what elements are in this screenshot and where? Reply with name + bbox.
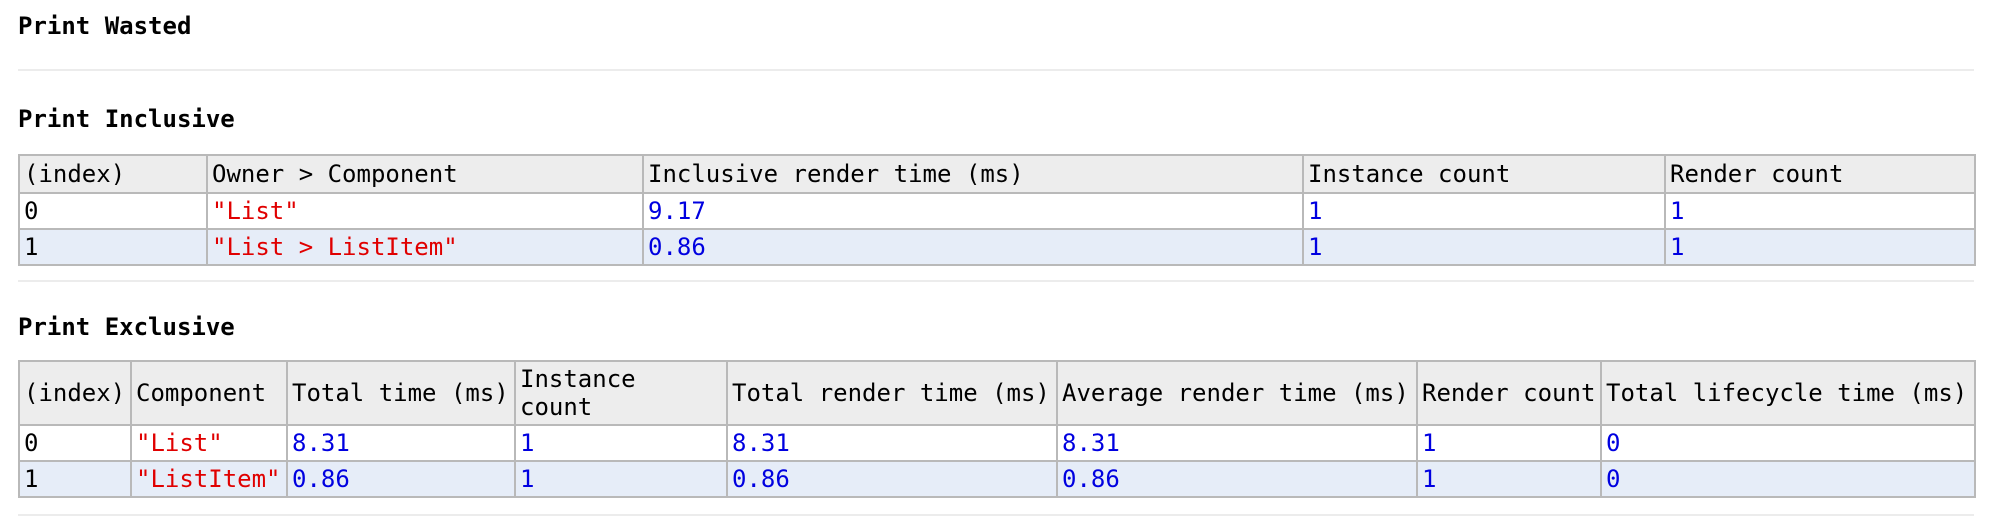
cell-index: 1: [18, 460, 132, 498]
column-header-render-count: Render count: [1416, 360, 1602, 426]
cell-lifecycle-time: 0: [1600, 460, 1976, 498]
print-inclusive-title: Print Inclusive: [18, 105, 235, 133]
cell-render-count: 1: [1416, 424, 1602, 462]
cell-render-count: 1: [1664, 192, 1976, 230]
inclusive-table: (index) Owner > Component Inclusive rend…: [18, 154, 1976, 266]
cell-total-time: 0.86: [286, 460, 516, 498]
column-header-owner-component: Owner > Component: [206, 154, 644, 194]
section-divider: [18, 280, 1974, 282]
cell-component: "List > ListItem": [206, 228, 644, 266]
column-header-total-time: Total time (ms): [286, 360, 516, 426]
table-header-row: (index) Component Total time (ms) Instan…: [18, 360, 1976, 426]
column-header-render-count: Render count: [1664, 154, 1976, 194]
cell-render-count: 1: [1664, 228, 1976, 266]
exclusive-table: (index) Component Total time (ms) Instan…: [18, 360, 1976, 498]
print-wasted-title: Print Wasted: [18, 12, 192, 40]
table-header-row: (index) Owner > Component Inclusive rend…: [18, 154, 1976, 194]
cell-render-time: 9.17: [642, 192, 1304, 230]
table-row: 1 "List > ListItem" 0.86 1 1: [18, 228, 1976, 266]
column-header-index: (index): [18, 154, 208, 194]
cell-render-count: 1: [1416, 460, 1602, 498]
column-header-instance-count: Instance count: [514, 360, 728, 426]
column-header-inclusive-render-time: Inclusive render time (ms): [642, 154, 1304, 194]
print-exclusive-title: Print Exclusive: [18, 313, 235, 341]
section-divider: [18, 69, 1974, 71]
table-row: 0 "List" 9.17 1 1: [18, 192, 1976, 230]
cell-total-render-time: 0.86: [726, 460, 1058, 498]
cell-total-time: 8.31: [286, 424, 516, 462]
column-header-total-render-time: Total render time (ms): [726, 360, 1058, 426]
cell-instance-count: 1: [1302, 228, 1666, 266]
cell-instance-count: 1: [514, 460, 728, 498]
column-header-component: Component: [130, 360, 288, 426]
column-header-instance-count: Instance count: [1302, 154, 1666, 194]
cell-index: 1: [18, 228, 208, 266]
cell-component: "List": [130, 424, 288, 462]
table-row: 1 "ListItem" 0.86 1 0.86 0.86 1 0: [18, 460, 1976, 498]
cell-average-render-time: 8.31: [1056, 424, 1418, 462]
cell-instance-count: 1: [514, 424, 728, 462]
section-divider: [18, 514, 1974, 516]
cell-component: "List": [206, 192, 644, 230]
cell-total-render-time: 8.31: [726, 424, 1058, 462]
table-row: 0 "List" 8.31 1 8.31 8.31 1 0: [18, 424, 1976, 462]
cell-lifecycle-time: 0: [1600, 424, 1976, 462]
column-header-average-render-time: Average render time (ms): [1056, 360, 1418, 426]
cell-index: 0: [18, 192, 208, 230]
column-header-index: (index): [18, 360, 132, 426]
cell-component: "ListItem": [130, 460, 288, 498]
cell-average-render-time: 0.86: [1056, 460, 1418, 498]
cell-index: 0: [18, 424, 132, 462]
column-header-total-lifecycle-time: Total lifecycle time (ms): [1600, 360, 1976, 426]
cell-instance-count: 1: [1302, 192, 1666, 230]
cell-render-time: 0.86: [642, 228, 1304, 266]
